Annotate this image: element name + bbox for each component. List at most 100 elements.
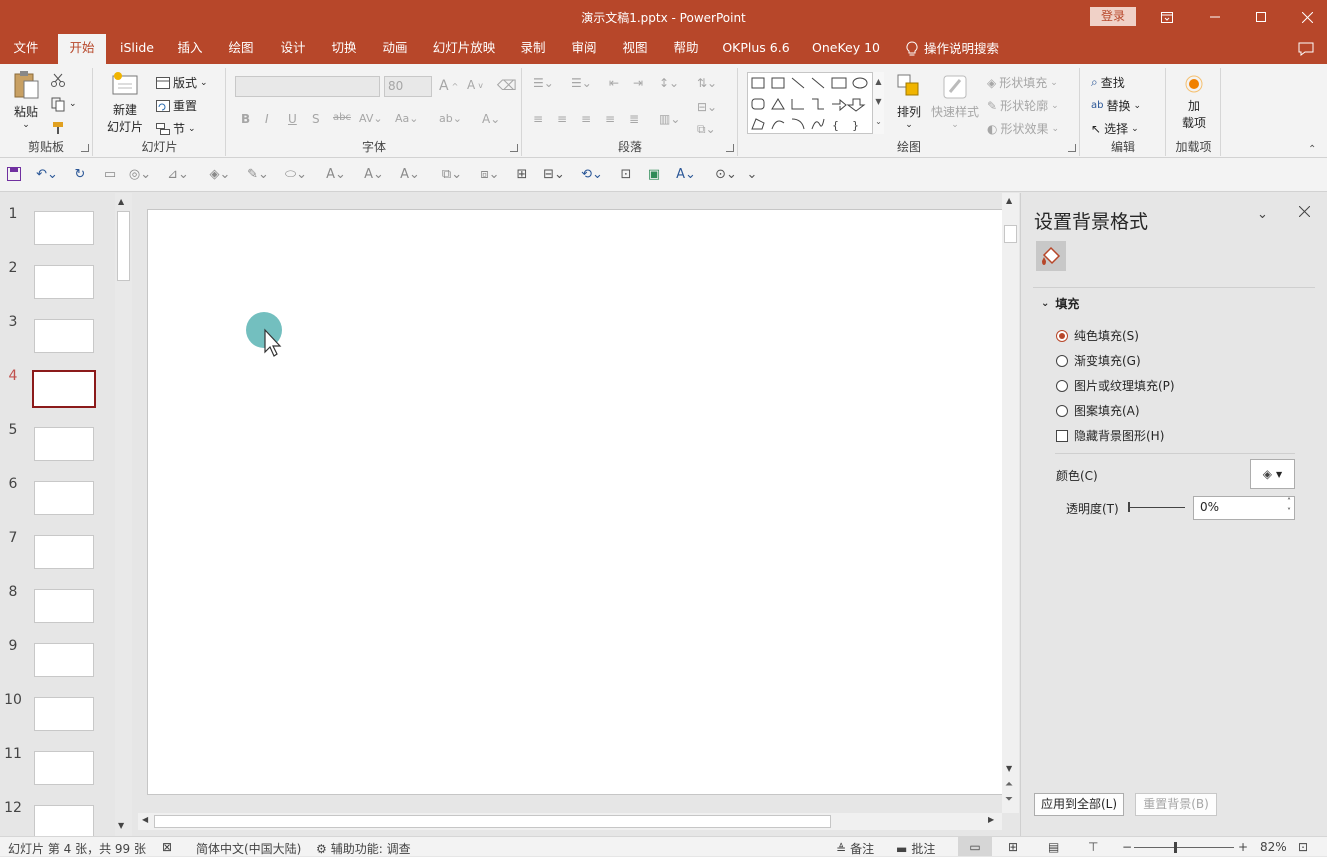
strikethrough-icon[interactable]: abc <box>333 112 351 123</box>
slide-thumbnail[interactable] <box>34 265 94 299</box>
maximize-icon[interactable] <box>1238 0 1284 34</box>
radio-solid-fill[interactable] <box>1056 329 1068 342</box>
addins-button[interactable]: 加 载项 <box>1171 74 1217 131</box>
slide-thumbnail[interactable] <box>34 427 94 461</box>
normal-view-icon[interactable]: ▭ <box>958 837 992 856</box>
tab-record[interactable]: 录制 <box>510 34 556 64</box>
shapes-qat-icon[interactable]: ◎⌄ <box>126 167 154 183</box>
align-left-icon[interactable]: ≡ <box>533 112 543 126</box>
comments-icon[interactable] <box>1290 34 1322 64</box>
slide-thumbnail[interactable] <box>34 319 94 353</box>
slide-show-icon[interactable]: ▣ <box>646 167 662 183</box>
slide-thumbnail[interactable] <box>34 751 94 785</box>
align-text-icon[interactable]: ⊟⌄ <box>697 100 717 114</box>
text-outline-qat-icon[interactable]: A⌄ <box>360 167 388 183</box>
color-picker-button[interactable]: ◈ ▼ <box>1250 459 1295 489</box>
group-qat-icon[interactable]: ⧉⌄ <box>438 167 466 183</box>
horizontal-scroll-thumb[interactable] <box>154 815 831 828</box>
align-qat-icon[interactable]: ⊿⌄ <box>164 167 192 183</box>
tab-onekey[interactable]: OneKey 10 <box>804 34 888 64</box>
pattern-fill-option[interactable]: 图案填充(A) <box>1056 402 1140 419</box>
distributed-icon[interactable]: ≣ <box>629 112 639 126</box>
font-launcher-icon[interactable] <box>510 144 518 152</box>
pane-close-icon[interactable] <box>1298 205 1311 220</box>
scroll-right-icon[interactable]: ▶ <box>988 815 994 824</box>
text-direction-icon[interactable]: ⇅⌄ <box>697 76 717 90</box>
pane-options-icon[interactable]: ⌄ <box>1257 207 1268 222</box>
slide-sorter-icon[interactable]: ⊞ <box>1008 840 1018 854</box>
bold-icon[interactable]: B <box>241 112 250 126</box>
tab-draw[interactable]: 绘图 <box>218 34 264 64</box>
slide-thumbnail[interactable] <box>34 697 94 731</box>
outline-qat-icon[interactable]: ✎⌄ <box>244 167 272 183</box>
change-case-icon[interactable]: Aa⌄ <box>395 112 418 125</box>
font-size-combo[interactable]: 80 <box>384 76 432 97</box>
slide-horizontal-scrollbar[interactable]: ◀ ▶ <box>138 813 1002 830</box>
text-effects-qat-icon[interactable]: A⌄ <box>396 167 424 183</box>
decrease-indent-icon[interactable]: ⇤ <box>609 76 619 90</box>
zoom-out-icon[interactable]: − <box>1122 840 1132 854</box>
rotate-icon[interactable]: ⟲⌄ <box>578 167 606 183</box>
slide-thumbnail[interactable] <box>34 481 94 515</box>
columns-icon[interactable]: ▥⌄ <box>659 112 680 126</box>
align-right-icon[interactable]: ≡ <box>581 112 591 126</box>
fill-section-header[interactable]: ⌄ 填充 <box>1041 295 1079 312</box>
accessibility-status[interactable]: ⚙ 辅助功能: 调查 <box>316 840 411 857</box>
quick-styles-button[interactable]: 快速样式 ⌄ <box>929 72 981 130</box>
radio-pattern-fill[interactable] <box>1056 404 1068 417</box>
tab-transitions[interactable]: 切换 <box>322 34 366 64</box>
save-icon[interactable] <box>6 167 22 183</box>
tab-design[interactable]: 设计 <box>270 34 316 64</box>
tab-home[interactable]: 开始 <box>58 34 106 64</box>
slideshow-view-icon[interactable]: ⊤ <box>1088 840 1098 854</box>
transparency-input[interactable]: 0% ˄ ˅ <box>1193 496 1295 520</box>
copy-icon[interactable]: ⌄ <box>50 96 77 112</box>
arrange-button[interactable]: 排列 ⌄ <box>891 72 927 130</box>
slide-thumbnail[interactable] <box>34 643 94 677</box>
tab-animations[interactable]: 动画 <box>372 34 418 64</box>
minimize-icon[interactable] <box>1192 0 1238 34</box>
underline-icon[interactable]: U <box>288 112 297 126</box>
radio-picture-fill[interactable] <box>1056 379 1068 392</box>
slide-scroll-thumb[interactable] <box>1004 225 1017 243</box>
reset-background-button[interactable]: 重置背景(B) <box>1135 793 1217 816</box>
shapes-gallery[interactable]: {} <box>747 72 884 134</box>
justify-icon[interactable]: ≡ <box>605 112 615 126</box>
smartart-icon[interactable]: ⧉⌄ <box>697 122 716 137</box>
highlight-icon[interactable]: ab⌄ <box>439 112 462 125</box>
clipboard-launcher-icon[interactable] <box>81 144 89 152</box>
tab-insert[interactable]: 插入 <box>168 34 212 64</box>
tab-help[interactable]: 帮助 <box>664 34 708 64</box>
customize-qat-icon[interactable]: ⌄ <box>744 167 760 183</box>
picture-fill-option[interactable]: 图片或纹理填充(P) <box>1056 377 1175 394</box>
slide-thumbnail[interactable] <box>34 589 94 623</box>
numbering-icon[interactable]: ☰⌄ <box>571 76 592 90</box>
reading-view-icon[interactable]: ▤ <box>1048 840 1059 854</box>
thumbnail-scroll-thumb[interactable] <box>117 211 130 281</box>
scroll-down-icon[interactable]: ▼ <box>118 821 124 830</box>
login-button[interactable]: 登录 <box>1090 7 1136 26</box>
slide-vertical-scrollbar[interactable]: ▲ ▼ ⏶ ⏷ <box>1002 193 1019 813</box>
apply-to-all-button[interactable]: 应用到全部(L) <box>1034 793 1124 816</box>
radio-gradient-fill[interactable] <box>1056 354 1068 367</box>
scroll-up-icon[interactable]: ▲ <box>118 197 124 206</box>
drawing-launcher-icon[interactable] <box>1068 144 1076 152</box>
increase-font-icon[interactable]: A ^ <box>439 78 458 94</box>
tell-me-search[interactable]: 操作说明搜索 <box>902 34 1018 64</box>
char-spacing-icon[interactable]: AV⌄ <box>359 112 383 125</box>
scroll-left-icon[interactable]: ◀ <box>142 815 148 824</box>
format-text-icon[interactable]: A⌄ <box>672 167 700 183</box>
zoom-slider-thumb[interactable] <box>1174 842 1177 853</box>
paste-button[interactable]: 粘贴 ⌄ <box>6 70 46 130</box>
comments-button[interactable]: ▬ 批注 <box>896 840 935 857</box>
align-center-icon[interactable]: ≡ <box>557 112 567 126</box>
crop-icon[interactable]: ⊡ <box>618 167 634 183</box>
shapes-gallery-scroll[interactable]: ▲ ▼ ⌄ <box>872 72 884 134</box>
fit-to-window-icon[interactable]: ⊡ <box>1298 840 1308 854</box>
hide-background-option[interactable]: 隐藏背景图形(H) <box>1056 427 1164 444</box>
line-spacing-icon[interactable]: ↕⌄ <box>659 76 679 90</box>
notes-button[interactable]: ≜ 备注 <box>836 840 874 857</box>
screen-record-icon[interactable]: ⊙⌄ <box>712 167 740 183</box>
tab-slideshow[interactable]: 幻灯片放映 <box>424 34 504 64</box>
previous-slide-icon[interactable]: ⏶ <box>1005 779 1013 790</box>
